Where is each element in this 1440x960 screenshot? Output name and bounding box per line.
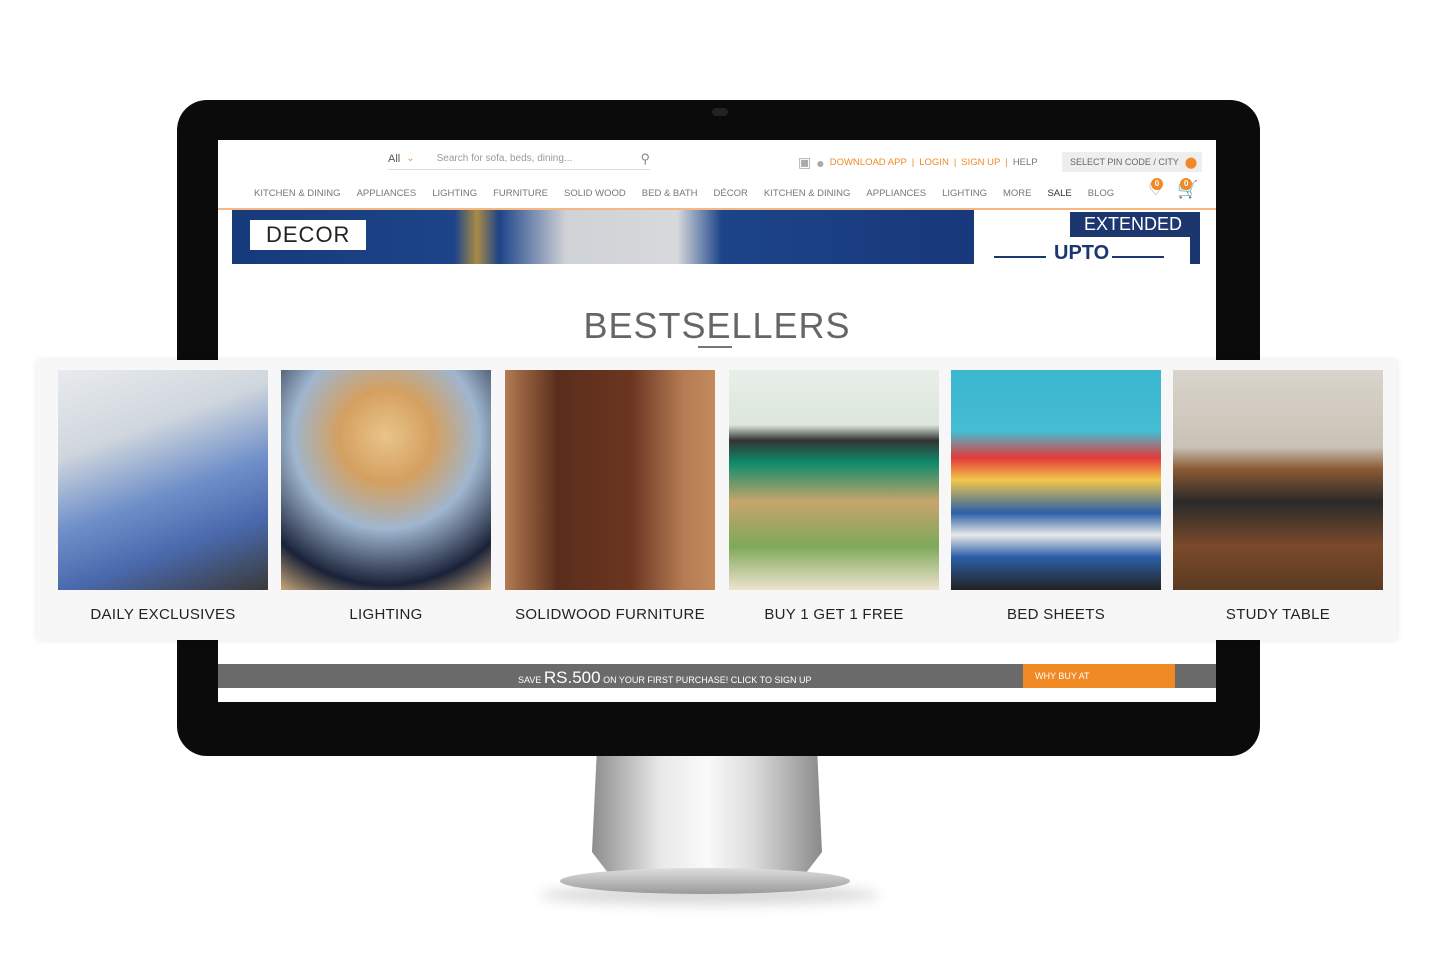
product-image	[951, 370, 1161, 590]
nav-item-sale[interactable]: SALE	[1047, 188, 1071, 199]
nav-item[interactable]: FURNITURE	[493, 188, 548, 199]
monitor-foot	[560, 868, 850, 894]
title-underline	[698, 346, 732, 348]
banner-extended: EXTENDED	[1070, 212, 1200, 237]
main-nav: KITCHEN & DINING APPLIANCES LIGHTING FUR…	[254, 188, 1114, 199]
help-link[interactable]: HELP	[1013, 157, 1038, 168]
tile-label: BUY 1 GET 1 FREE	[764, 606, 904, 623]
sale-banner[interactable]: EXTENDED UPTO	[974, 210, 1200, 264]
signup-link[interactable]: SIGN UP	[961, 157, 1000, 168]
nav-item[interactable]: APPLIANCES	[357, 188, 417, 199]
bestseller-tile[interactable]: SOLIDWOOD FURNITURE	[505, 370, 715, 623]
nav-item[interactable]: KITCHEN & DINING	[254, 188, 341, 199]
bestsellers-carousel: DAILY EXCLUSIVES LIGHTING SOLIDWOOD FURN…	[37, 360, 1397, 640]
promo-amount: RS.500	[543, 668, 601, 687]
search-icon[interactable]: ⚲	[640, 151, 650, 167]
bestseller-tile[interactable]: LIGHTING	[281, 370, 491, 623]
bestseller-tile[interactable]: BED SHEETS	[951, 370, 1161, 623]
tile-label: BED SHEETS	[1006, 606, 1106, 623]
cart-icon[interactable]: 🛒0	[1177, 178, 1198, 200]
separator: |	[911, 157, 915, 168]
section-title: BESTSELLERS	[583, 305, 851, 346]
product-image	[281, 370, 491, 590]
banner-upto: UPTO	[1054, 242, 1110, 264]
tile-label: SOLIDWOOD FURNITURE	[515, 606, 705, 623]
decor-line	[994, 256, 1046, 258]
nav-item[interactable]: APPLIANCES	[866, 188, 926, 199]
nav-item[interactable]: BED & BATH	[642, 188, 698, 199]
product-image	[729, 370, 939, 590]
why-buy-button[interactable]: WHY BUY AT	[1023, 664, 1175, 688]
nav-item[interactable]: BLOG	[1088, 188, 1114, 199]
nav-item[interactable]: MORE	[1003, 188, 1032, 199]
promo-rest: ON YOUR FIRST PURCHASE! CLICK TO SIGN UP	[603, 675, 812, 685]
promo-save: SAVE	[518, 675, 542, 685]
decor-line	[1112, 256, 1164, 258]
promo-bar[interactable]: SAVE RS.500 ON YOUR FIRST PURCHASE! CLIC…	[218, 664, 1216, 688]
nav-item[interactable]: DÉCOR	[714, 188, 748, 199]
android-icon[interactable]: ▣	[798, 154, 811, 171]
top-links: ▣ ● DOWNLOAD APP | LOGIN | SIGN UP | HEL…	[798, 154, 1038, 171]
product-image	[505, 370, 715, 590]
bestseller-tile[interactable]: DAILY EXCLUSIVES	[58, 370, 268, 623]
pin-code-label: SELECT PIN CODE / CITY	[1070, 157, 1179, 167]
nav-item[interactable]: KITCHEN & DINING	[764, 188, 851, 199]
product-image	[1173, 370, 1383, 590]
promo-text: SAVE RS.500 ON YOUR FIRST PURCHASE! CLIC…	[518, 668, 811, 688]
cart-badge: 0	[1180, 178, 1193, 190]
location-pin-icon: ⬤	[1184, 156, 1198, 169]
login-link[interactable]: LOGIN	[919, 157, 949, 168]
product-image	[58, 370, 268, 590]
search-bar[interactable]: All ⌄ Search for sofa, beds, dining... ⚲	[388, 148, 650, 170]
category-select[interactable]: All	[388, 153, 400, 165]
chevron-down-icon[interactable]: ⌄	[406, 153, 414, 164]
nav-item[interactable]: LIGHTING	[942, 188, 987, 199]
tile-label: DAILY EXCLUSIVES	[90, 606, 236, 623]
bestseller-tile[interactable]: BUY 1 GET 1 FREE	[729, 370, 939, 623]
wishlist-icon[interactable]: ♡0	[1148, 178, 1163, 200]
separator: |	[1005, 157, 1008, 168]
separator: |	[953, 157, 957, 168]
apple-icon[interactable]: ●	[816, 155, 824, 171]
nav-item[interactable]: SOLID WOOD	[564, 188, 626, 199]
decor-banner[interactable]: DECOR	[232, 210, 974, 264]
monitor-stand	[592, 756, 822, 876]
pin-code-selector[interactable]: SELECT PIN CODE / CITY ⬤	[1062, 152, 1202, 172]
wishlist-badge: 0	[1151, 178, 1163, 190]
download-app-link[interactable]: DOWNLOAD APP	[830, 157, 907, 168]
tile-label: STUDY TABLE	[1225, 606, 1331, 623]
nav-item[interactable]: LIGHTING	[432, 188, 477, 199]
search-input[interactable]: Search for sofa, beds, dining...	[437, 153, 573, 164]
tile-label: LIGHTING	[349, 606, 423, 623]
bestseller-tile[interactable]: STUDY TABLE	[1173, 370, 1383, 623]
banner-title: DECOR	[250, 220, 367, 250]
header-icons: ♡0 🛒0	[1148, 178, 1198, 200]
webcam	[712, 108, 728, 116]
